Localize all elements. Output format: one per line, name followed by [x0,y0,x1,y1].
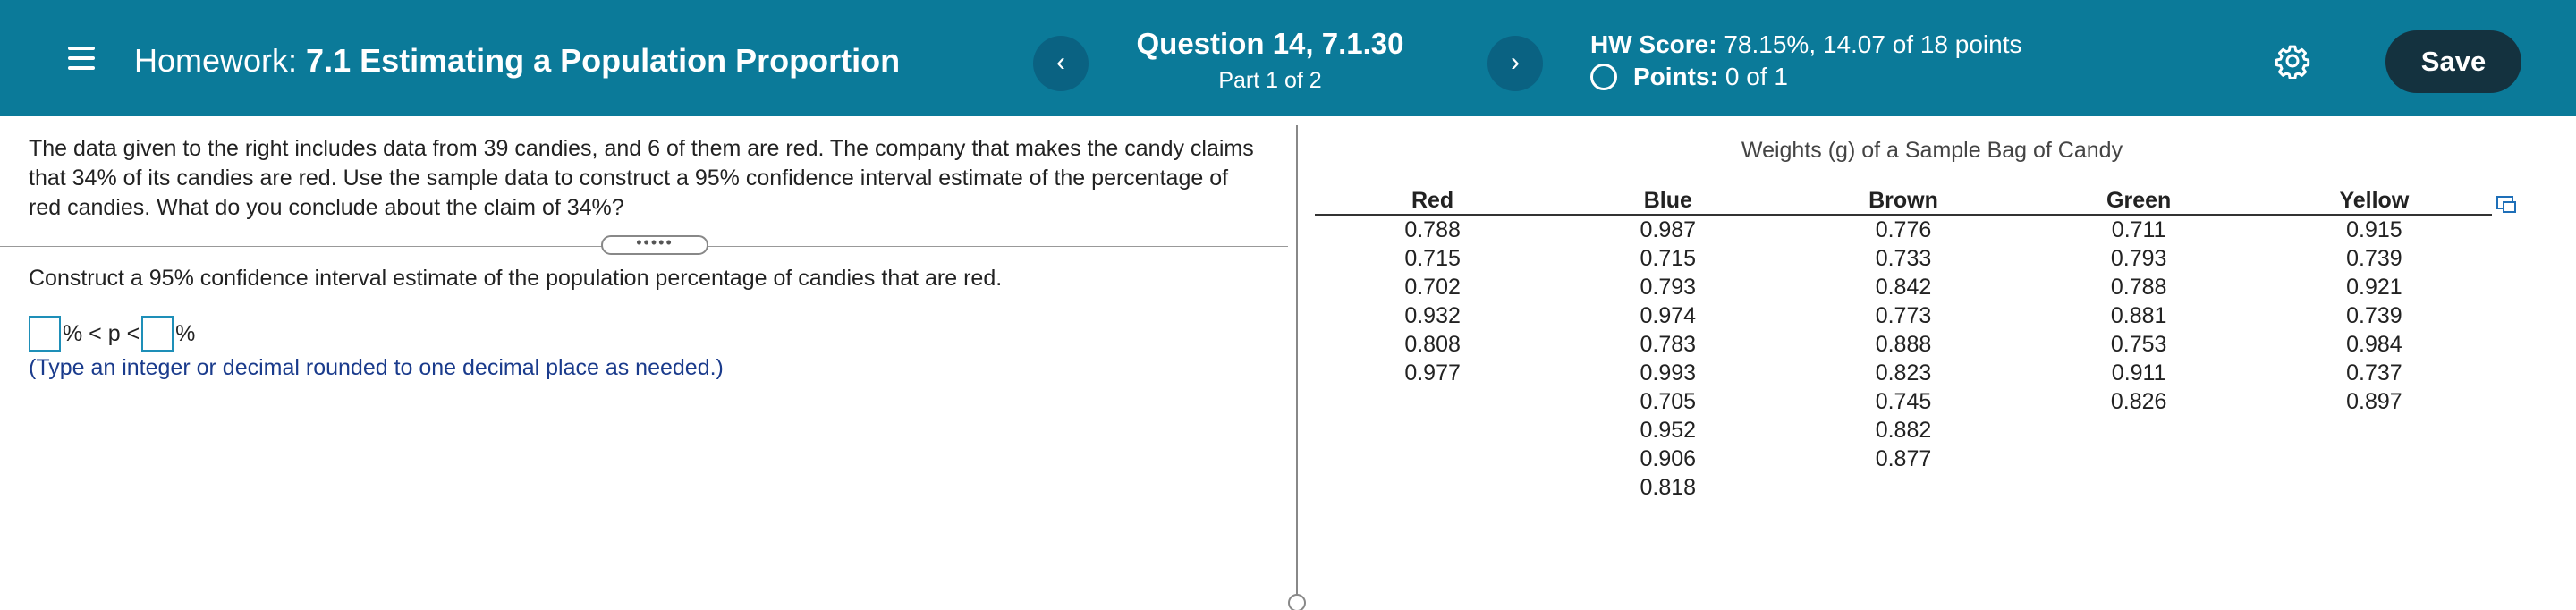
column-header-green: Green [2021,188,2257,216]
construct-instruction: Construct a 95% confidence interval esti… [29,266,1003,291]
hw-score-label: HW Score: [1590,30,1717,58]
table-cell: 0.974 [1640,303,1697,328]
table-cell: 0.823 [1875,360,1932,385]
homework-title: Homework: 7.1 Estimating a Population Pro… [134,42,900,80]
problem-pane: The data given to the right includes dat… [29,134,1281,223]
table-cell: 0.715 [1640,246,1697,271]
table-cell: 0.987 [1640,217,1697,242]
table-row: 0.705 0.745 0.826 0.897 [1315,387,2492,416]
table-cell: 0.952 [1640,418,1697,443]
question-title: Question 14, 7.1.30 [1136,27,1404,60]
table-cell [1315,473,1550,502]
table-cell: 0.877 [1875,446,1932,471]
table-cell: 0.739 [2346,246,2402,271]
save-button[interactable]: Save [2385,30,2521,93]
table-cell: 0.737 [2346,360,2402,385]
table-cell [1315,445,1550,473]
table-row: 0.715 0.715 0.733 0.793 0.739 [1315,244,2492,273]
expand-handle[interactable]: ••••• [601,234,708,255]
column-header-brown: Brown [1785,188,2021,216]
table-cell: 0.705 [1640,389,1697,414]
hw-score-value: 78.15%, 14.07 of 18 points [1724,30,2022,58]
question-part: Part 1 of 2 [1218,68,1322,93]
table-cell: 0.932 [1404,303,1461,328]
upper-bound-input[interactable] [141,316,174,352]
table-cell: 0.753 [2110,332,2167,357]
answer-middle-text: % < p < [63,320,140,346]
table-cell: 0.711 [2111,217,2166,242]
table-caption: Weights (g) of a Sample Bag of Candy [1741,138,2123,163]
next-question-button[interactable]: › [1487,36,1543,91]
table-row: 0.818 [1315,473,2492,502]
table-row: 0.702 0.793 0.842 0.788 0.921 [1315,273,2492,301]
problem-text: The data given to the right includes dat… [29,136,1254,220]
table-cell: 0.977 [1404,360,1461,385]
header-bar: Homework: 7.1 Estimating a Population Pro… [0,0,2576,116]
table-cell: 0.921 [2346,275,2402,300]
table-cell: 0.773 [1875,303,1932,328]
table-cell: 0.776 [1875,217,1932,242]
table-cell: 0.906 [1640,446,1697,471]
table-cell: 0.888 [1875,332,1932,357]
pane-splitter[interactable] [1296,125,1298,599]
table-cell: 0.783 [1640,332,1697,357]
table-cell: 0.882 [1875,418,1932,443]
table-cell: 0.788 [2110,275,2167,300]
table-cell: 0.793 [1640,275,1697,300]
table-row: 0.808 0.783 0.888 0.753 0.984 [1315,330,2492,359]
candy-weights-table: Red Blue Brown Green Yellow 0.788 0.987 0.… [1315,188,2492,502]
table-row: 0.906 0.877 [1315,445,2492,473]
table-cell: 0.818 [1640,475,1697,500]
column-header-red: Red [1315,188,1551,216]
table-cell: 0.793 [2110,246,2167,271]
points-circle-icon [1590,64,1617,90]
table-row: 0.932 0.974 0.773 0.881 0.739 [1315,301,2492,330]
table-header-row: Red Blue Brown Green Yellow [1315,188,2492,216]
column-header-blue: Blue [1550,188,1786,216]
homework-title-prefix: Homework: [134,42,298,79]
table-cell [2021,445,2257,473]
table-cell: 0.715 [1404,246,1461,271]
splitter-handle[interactable] [1288,594,1306,610]
table-cell: 0.826 [2110,389,2167,414]
table-cell: 0.733 [1875,246,1932,271]
table-row: 0.788 0.987 0.776 0.711 0.915 [1315,215,2492,244]
homework-title-name: 7.1 Estimating a Population Proportion [306,42,901,79]
table-cell [1785,473,2021,502]
table-cell [2021,416,2257,445]
table-cell: 0.702 [1404,275,1461,300]
table-cell: 0.788 [1404,217,1461,242]
popout-icon[interactable] [2496,195,2517,215]
answer-hint: (Type an integer or decimal rounded to o… [29,355,724,380]
table-cell: 0.808 [1404,332,1461,357]
menu-icon[interactable] [68,47,95,70]
answer-end-text: % [175,320,196,346]
column-header-yellow: Yellow [2256,188,2492,216]
table-cell: 0.739 [2346,303,2402,328]
table-cell [1315,416,1550,445]
lower-bound-input[interactable] [29,316,61,352]
points-value: 0 of 1 [1724,63,1788,90]
table-cell: 0.915 [2346,217,2402,242]
table-row: 0.977 0.993 0.823 0.911 0.737 [1315,359,2492,387]
points-label: Points: [1633,63,1718,90]
table-cell: 0.911 [2111,360,2166,385]
table-cell: 0.745 [1875,389,1932,414]
table-cell: 0.881 [2110,303,2167,328]
table-cell: 0.993 [1640,360,1697,385]
table-cell [2257,473,2492,502]
question-info: Question 14, 7.1.30 Part 1 of 2 [1073,27,1467,94]
table-cell [2257,445,2492,473]
points: Points: 0 of 1 [1590,63,1788,91]
table-cell [1315,387,1550,416]
answer-row: % < p < % [29,316,197,352]
table-cell: 0.897 [2346,389,2402,414]
table-row: 0.952 0.882 [1315,416,2492,445]
table-cell: 0.842 [1875,275,1932,300]
table-cell [2021,473,2257,502]
table-cell: 0.984 [2346,332,2402,357]
hw-score: HW Score: 78.15%, 14.07 of 18 points [1590,30,2022,59]
table-cell [2257,416,2492,445]
gear-icon[interactable] [2275,43,2310,79]
